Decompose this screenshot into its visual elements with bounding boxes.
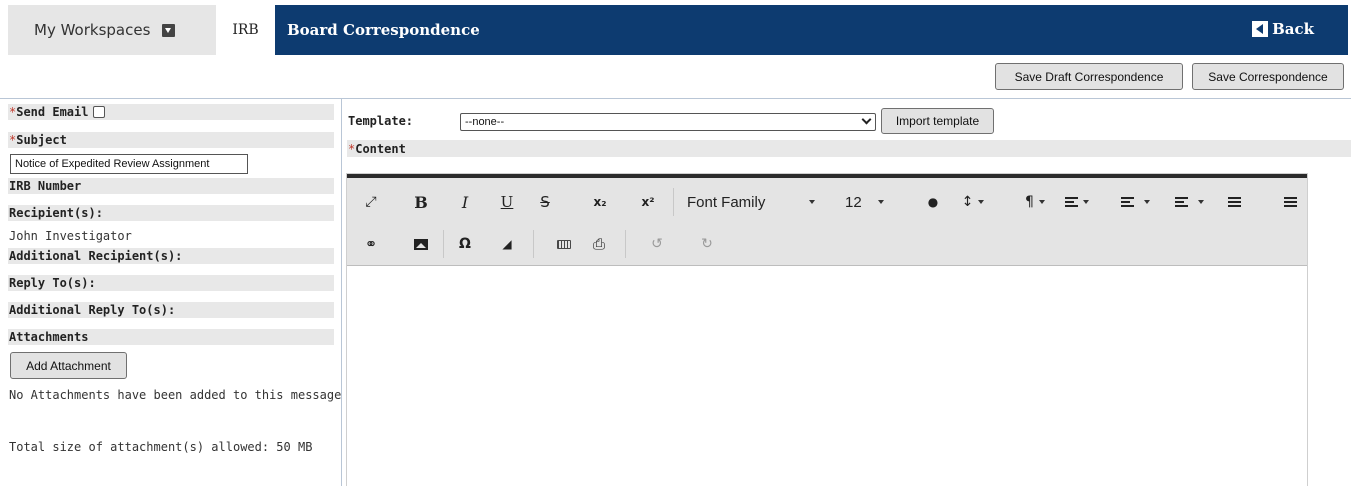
irb-number-label: IRB Number bbox=[9, 179, 82, 193]
caret-down-icon bbox=[1197, 200, 1204, 204]
image-icon[interactable] bbox=[411, 232, 431, 256]
font-size-value: 12 bbox=[845, 193, 862, 211]
send-email-row: * Send Email bbox=[8, 104, 334, 120]
keyboard-icon[interactable] bbox=[553, 232, 575, 256]
paragraph-format-dropdown[interactable]: ¶ bbox=[1019, 190, 1051, 214]
template-selected-value: --none-- bbox=[465, 116, 505, 128]
clear-format-icon[interactable]: ◢ bbox=[497, 232, 517, 256]
line-height-icon: ↕ bbox=[961, 194, 974, 210]
print-icon[interactable]: ⎙ bbox=[589, 232, 609, 256]
my-workspaces-label: My Workspaces bbox=[34, 21, 151, 39]
editor-content-area[interactable] bbox=[347, 265, 1307, 486]
back-button[interactable]: Back bbox=[1252, 20, 1314, 38]
additional-recipients-label: Additional Recipient(s): bbox=[9, 249, 183, 263]
caret-down-icon bbox=[809, 200, 816, 204]
special-char-icon[interactable]: Ω bbox=[455, 232, 475, 256]
top-navigation: My Workspaces IRB Board Correspondence B… bbox=[0, 5, 1351, 55]
required-marker: * bbox=[9, 133, 17, 147]
align-dropdown[interactable] bbox=[1061, 190, 1093, 214]
undo-icon[interactable]: ↺ bbox=[647, 232, 667, 256]
header-divider bbox=[0, 98, 1351, 99]
expand-icon[interactable]: ⤢ bbox=[361, 190, 381, 214]
outdent-icon[interactable] bbox=[1225, 190, 1243, 214]
irb-tab-label: IRB bbox=[232, 22, 259, 38]
text-color-icon[interactable]: ● bbox=[925, 190, 941, 214]
caret-down-icon bbox=[978, 200, 985, 204]
additional-reply-to-label: Additional Reply To(s): bbox=[9, 303, 176, 317]
underline-icon[interactable]: U bbox=[497, 190, 517, 214]
irb-tab[interactable]: IRB bbox=[216, 5, 275, 55]
template-select[interactable]: --none-- bbox=[460, 113, 876, 131]
editor-toolbar: ⤢ B I U S x₂ x² Font Family 12 ● ↕ ¶ ⚭ Ω… bbox=[347, 178, 1307, 265]
caret-down-icon bbox=[1083, 200, 1089, 204]
template-label: Template: bbox=[348, 114, 414, 128]
save-correspondence-button[interactable]: Save Correspondence bbox=[1192, 63, 1344, 90]
reply-to-row: Reply To(s): bbox=[8, 275, 334, 291]
paragraph-icon: ¶ bbox=[1025, 194, 1034, 210]
caret-down-icon bbox=[1038, 200, 1045, 204]
redo-icon[interactable]: ↻ bbox=[697, 232, 717, 256]
add-attachment-button[interactable]: Add Attachment bbox=[10, 352, 127, 379]
page-title: Board Correspondence bbox=[287, 21, 480, 39]
save-draft-button[interactable]: Save Draft Correspondence bbox=[995, 63, 1183, 90]
required-marker: * bbox=[348, 141, 356, 156]
no-attachments-text: No Attachments have been added to this m… bbox=[9, 388, 342, 402]
italic-icon[interactable]: I bbox=[455, 190, 475, 214]
superscript-icon[interactable]: x² bbox=[637, 190, 659, 214]
column-divider bbox=[341, 99, 342, 486]
indent-icon[interactable] bbox=[1281, 190, 1299, 214]
attachments-row: Attachments bbox=[8, 329, 334, 345]
toolbar-separator bbox=[625, 230, 626, 258]
unordered-list-icon bbox=[1174, 197, 1188, 207]
line-height-dropdown[interactable]: ↕ bbox=[957, 190, 989, 214]
send-email-label: Send Email bbox=[16, 105, 89, 119]
rich-text-editor: ⤢ B I U S x₂ x² Font Family 12 ● ↕ ¶ ⚭ Ω… bbox=[346, 173, 1308, 486]
dropdown-icon[interactable] bbox=[162, 23, 176, 37]
unordered-list-dropdown[interactable] bbox=[1169, 190, 1209, 214]
import-template-button[interactable]: Import template bbox=[881, 108, 994, 134]
content-label: Content bbox=[355, 141, 406, 156]
chevron-down-icon bbox=[861, 114, 872, 125]
subscript-icon[interactable]: x₂ bbox=[589, 190, 611, 214]
recipients-row: Recipient(s): bbox=[8, 205, 334, 221]
strikethrough-icon[interactable]: S bbox=[535, 190, 555, 214]
link-icon[interactable]: ⚭ bbox=[361, 232, 381, 256]
title-bar: Board Correspondence Back bbox=[275, 5, 1348, 55]
recipient-name: John Investigator bbox=[9, 229, 132, 243]
font-family-label: Font Family bbox=[687, 193, 766, 211]
ordered-list-icon bbox=[1120, 197, 1134, 207]
toolbar-separator bbox=[443, 230, 444, 258]
content-row: * Content bbox=[347, 140, 1351, 157]
back-label: Back bbox=[1272, 20, 1314, 38]
back-icon bbox=[1252, 21, 1269, 37]
subject-label: Subject bbox=[16, 133, 67, 147]
recipients-label: Recipient(s): bbox=[9, 206, 103, 220]
caret-down-icon bbox=[877, 200, 884, 204]
irb-number-row: IRB Number bbox=[8, 178, 334, 194]
my-workspaces-tab[interactable]: My Workspaces bbox=[8, 5, 216, 55]
font-size-dropdown[interactable]: 12 bbox=[845, 190, 907, 214]
attachment-size-limit: Total size of attachment(s) allowed: 50 … bbox=[9, 440, 313, 454]
additional-recipients-row: Additional Recipient(s): bbox=[8, 248, 334, 264]
align-icon bbox=[1065, 197, 1078, 207]
bold-icon[interactable]: B bbox=[411, 190, 431, 214]
subject-row: * Subject bbox=[8, 132, 334, 148]
subject-input[interactable] bbox=[10, 154, 248, 174]
caret-down-icon bbox=[1143, 200, 1150, 204]
send-email-checkbox[interactable] bbox=[93, 106, 106, 118]
attachments-label: Attachments bbox=[9, 330, 89, 344]
toolbar-separator bbox=[673, 188, 674, 216]
required-marker: * bbox=[9, 105, 17, 119]
font-family-dropdown[interactable]: Font Family bbox=[687, 190, 835, 214]
ordered-list-dropdown[interactable] bbox=[1115, 190, 1155, 214]
additional-reply-to-row: Additional Reply To(s): bbox=[8, 302, 334, 318]
reply-to-label: Reply To(s): bbox=[9, 276, 96, 290]
toolbar-separator bbox=[533, 230, 534, 258]
